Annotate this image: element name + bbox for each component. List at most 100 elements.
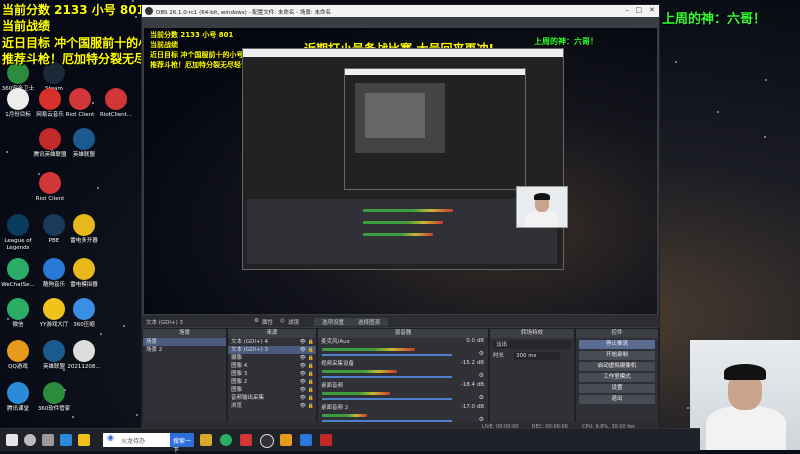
volume-slider[interactable] xyxy=(322,398,452,400)
properties-button[interactable]: 属性 xyxy=(262,318,273,326)
scene-item[interactable]: 场景 xyxy=(143,338,226,346)
lock-icon[interactable]: 🔒 xyxy=(308,354,314,362)
visibility-icon[interactable]: 👁 xyxy=(300,346,306,354)
control-button[interactable]: 启动虚拟摄像机 xyxy=(579,362,655,371)
webcam-feed xyxy=(690,340,800,450)
control-button[interactable]: 设置 xyxy=(579,384,655,393)
source-item-label: 文本 (GDI+) 3 xyxy=(231,347,269,353)
select-source-button[interactable]: 选择图源 xyxy=(350,318,389,326)
volume-slider[interactable] xyxy=(322,376,452,378)
desktop-icon[interactable]: 360软件管家 xyxy=(36,382,72,413)
transition-select[interactable]: 淡出 xyxy=(493,341,571,349)
lock-icon[interactable]: 🔒 xyxy=(308,386,314,394)
source-item-label: 图像 2 xyxy=(231,379,248,385)
scenes-dock: 场景 场景场景 2 + − ∧ ∨ xyxy=(142,328,227,433)
folder-icon[interactable] xyxy=(78,434,90,446)
visibility-icon[interactable]: 👁 xyxy=(300,386,306,394)
desktop-icon[interactable]: RiotClient... xyxy=(98,88,134,119)
windows-start-icon[interactable] xyxy=(6,434,18,446)
desktop-icon-label: 英雄联盟 xyxy=(72,152,95,158)
desktop-icon-label: 1月份目标 xyxy=(5,112,31,118)
filters-button[interactable]: 滤镜 xyxy=(288,318,299,326)
close-icon[interactable]: ✕ xyxy=(649,6,655,14)
source-item[interactable]: 音频输出采集 👁 🔒 xyxy=(228,394,316,402)
desktop-icon[interactable]: 360压缩 xyxy=(66,298,102,329)
source-item[interactable]: 图像 4 👁 🔒 xyxy=(228,362,316,370)
desktop-icon[interactable]: QQ游戏 xyxy=(0,340,36,371)
gear-icon[interactable]: ⚙ xyxy=(479,350,484,357)
app-icon xyxy=(105,88,127,110)
star xyxy=(764,79,767,82)
lock-icon[interactable]: 🔒 xyxy=(308,402,314,410)
desktop-icon[interactable]: Riot Client xyxy=(62,88,98,119)
source-item[interactable]: 图像 3 👁 🔒 xyxy=(228,370,316,378)
desktop-icon[interactable]: Riot Client xyxy=(32,172,68,203)
star xyxy=(5,151,8,154)
lock-icon[interactable]: 🔒 xyxy=(308,370,314,378)
gear-icon[interactable]: ⚙ xyxy=(254,318,259,324)
control-button[interactable]: 开始录制 xyxy=(579,351,655,360)
visibility-icon[interactable]: 👁 xyxy=(300,338,306,346)
desktop-icon[interactable]: 雷电多开器 xyxy=(66,214,102,245)
visibility-icon[interactable]: 👁 xyxy=(300,370,306,378)
wechat-taskbar-icon[interactable] xyxy=(220,434,232,446)
control-button[interactable]: 工作室模式 xyxy=(579,373,655,382)
source-item[interactable]: 文本 (GDI+) 4 👁 🔒 xyxy=(228,338,316,346)
volume-slider[interactable] xyxy=(322,354,452,356)
app-icon-3[interactable] xyxy=(300,434,312,446)
options-button[interactable]: 选项设置 xyxy=(314,318,353,326)
desktop-icon[interactable]: 1月份目标 xyxy=(0,88,36,119)
lock-icon[interactable]: 🔒 xyxy=(308,394,314,402)
source-item-label: 图像 3 xyxy=(231,371,248,377)
app-icon-1[interactable] xyxy=(200,434,212,446)
source-item[interactable]: 图像 👁 🔒 xyxy=(228,386,316,394)
search-icon[interactable] xyxy=(24,434,36,446)
desktop-icon[interactable]: 雷电模拟器 xyxy=(66,258,102,289)
taskbar: ◉ 火龙待办 搜索一下 xyxy=(0,428,700,454)
desktop-icon[interactable]: League of Legends xyxy=(0,214,36,252)
visibility-icon[interactable]: 👁 xyxy=(300,378,306,386)
source-item[interactable]: 浏览 👁 🔒 xyxy=(228,402,316,410)
control-button[interactable]: 退出 xyxy=(579,395,655,404)
desktop-icon[interactable]: WeChatSe... xyxy=(0,258,36,289)
lock-icon[interactable]: 🔒 xyxy=(308,346,314,354)
minimize-icon[interactable]: – xyxy=(626,6,630,14)
app-icon-2[interactable] xyxy=(280,434,292,446)
scene-item[interactable]: 场景 2 xyxy=(143,346,226,354)
app-icon-4[interactable] xyxy=(320,434,332,446)
obs-window[interactable]: OBS 26.1.0-rc1 (64-bit, windows) - 配置文件:… xyxy=(141,4,660,434)
gear-icon[interactable]: ⚙ xyxy=(479,372,484,379)
gear-icon[interactable]: ⚙ xyxy=(479,394,484,401)
edge-icon[interactable] xyxy=(60,434,72,446)
control-button[interactable]: 停止推流 xyxy=(579,340,655,349)
desktop-icon[interactable]: 腾讯英雄联盟 xyxy=(32,128,68,159)
desktop-icon[interactable]: 腾讯课堂 xyxy=(0,382,36,413)
source-item[interactable]: 摄像 👁 🔒 xyxy=(228,354,316,362)
visibility-icon[interactable]: 👁 xyxy=(300,362,306,370)
lock-icon[interactable]: 🔒 xyxy=(308,362,314,370)
maximize-icon[interactable]: □ xyxy=(635,6,642,14)
riot-taskbar-icon[interactable] xyxy=(240,434,252,446)
obs-taskbar-icon[interactable] xyxy=(260,434,274,448)
obs-titlebar[interactable]: OBS 26.1.0-rc1 (64-bit, windows) - 配置文件:… xyxy=(142,5,659,17)
lock-icon[interactable]: 🔒 xyxy=(308,338,314,346)
visibility-icon[interactable]: 👁 xyxy=(300,402,306,410)
desktop-icon[interactable]: 20211208... xyxy=(66,340,102,371)
desktop-icon[interactable]: 英雄联盟 xyxy=(66,128,102,159)
record-line: 当前战绩 xyxy=(2,19,51,33)
visibility-icon[interactable]: 👁 xyxy=(300,394,306,402)
app-icon xyxy=(73,298,95,320)
duration-input[interactable]: 300 ms xyxy=(514,352,560,360)
filter-icon[interactable]: ◎ xyxy=(280,318,285,324)
desktop-icon[interactable]: 微信 xyxy=(0,298,36,329)
app-icon xyxy=(7,340,29,362)
lock-icon[interactable]: 🔒 xyxy=(308,378,314,386)
visibility-icon[interactable]: 👁 xyxy=(300,354,306,362)
task-view-icon[interactable] xyxy=(42,434,54,446)
taskbar-search-button[interactable]: 搜索一下 xyxy=(170,433,194,454)
source-item[interactable]: 图像 2 👁 🔒 xyxy=(228,378,316,386)
source-item[interactable]: 文本 (GDI+) 3 👁 🔒 xyxy=(228,346,316,354)
obs-preview[interactable]: 当前分数 2133 小号 801 当前战绩 近日目标 冲个国服前十的小号 推荐斗… xyxy=(144,28,657,314)
controls-title: 控件 xyxy=(576,329,658,338)
goal-line: 近日目标 冲个国服前十的小号 xyxy=(2,36,163,50)
